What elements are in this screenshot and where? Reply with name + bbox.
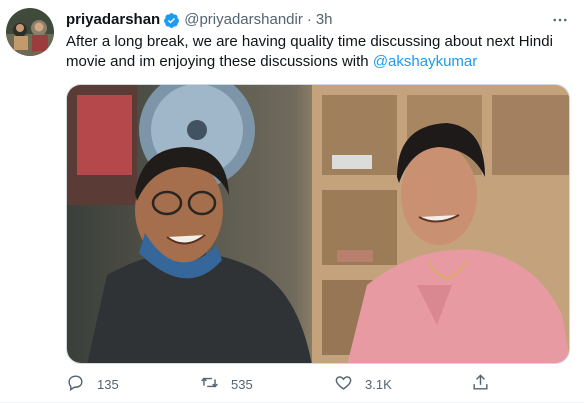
verified-badge-icon	[163, 12, 180, 29]
share-icon	[471, 373, 490, 395]
avatar[interactable]	[6, 8, 54, 56]
photo-image	[67, 85, 569, 363]
share-button[interactable]	[471, 372, 490, 396]
mention-link[interactable]: @akshaykumar	[373, 53, 477, 70]
avatar-image	[6, 8, 54, 56]
tweet-card[interactable]: priyadarshan @priyadarshandir · 3h After…	[0, 0, 584, 403]
reply-count: 135	[97, 376, 119, 392]
retweet-button[interactable]: 535	[200, 372, 253, 396]
separator-dot: ·	[306, 11, 312, 28]
reply-button[interactable]: 135	[66, 372, 119, 396]
tweet-body-text: After a long break, we are having qualit…	[66, 33, 553, 70]
like-count: 3.1K	[365, 376, 392, 392]
more-dots-icon[interactable]	[548, 8, 572, 32]
tweet-header: priyadarshan @priyadarshandir · 3h	[66, 10, 333, 30]
user-handle[interactable]: @priyadarshandir	[184, 10, 303, 30]
reply-icon	[66, 373, 85, 395]
retweet-icon	[200, 373, 219, 395]
timestamp[interactable]: 3h	[316, 10, 333, 30]
heart-icon	[334, 373, 353, 395]
tweet-photo[interactable]	[66, 84, 570, 364]
tweet-actions: 135 535 3.1K	[66, 372, 516, 396]
like-button[interactable]: 3.1K	[334, 372, 392, 396]
display-name[interactable]: priyadarshan	[66, 10, 160, 30]
retweet-count: 535	[231, 376, 253, 392]
tweet-text: After a long break, we are having qualit…	[66, 32, 566, 72]
